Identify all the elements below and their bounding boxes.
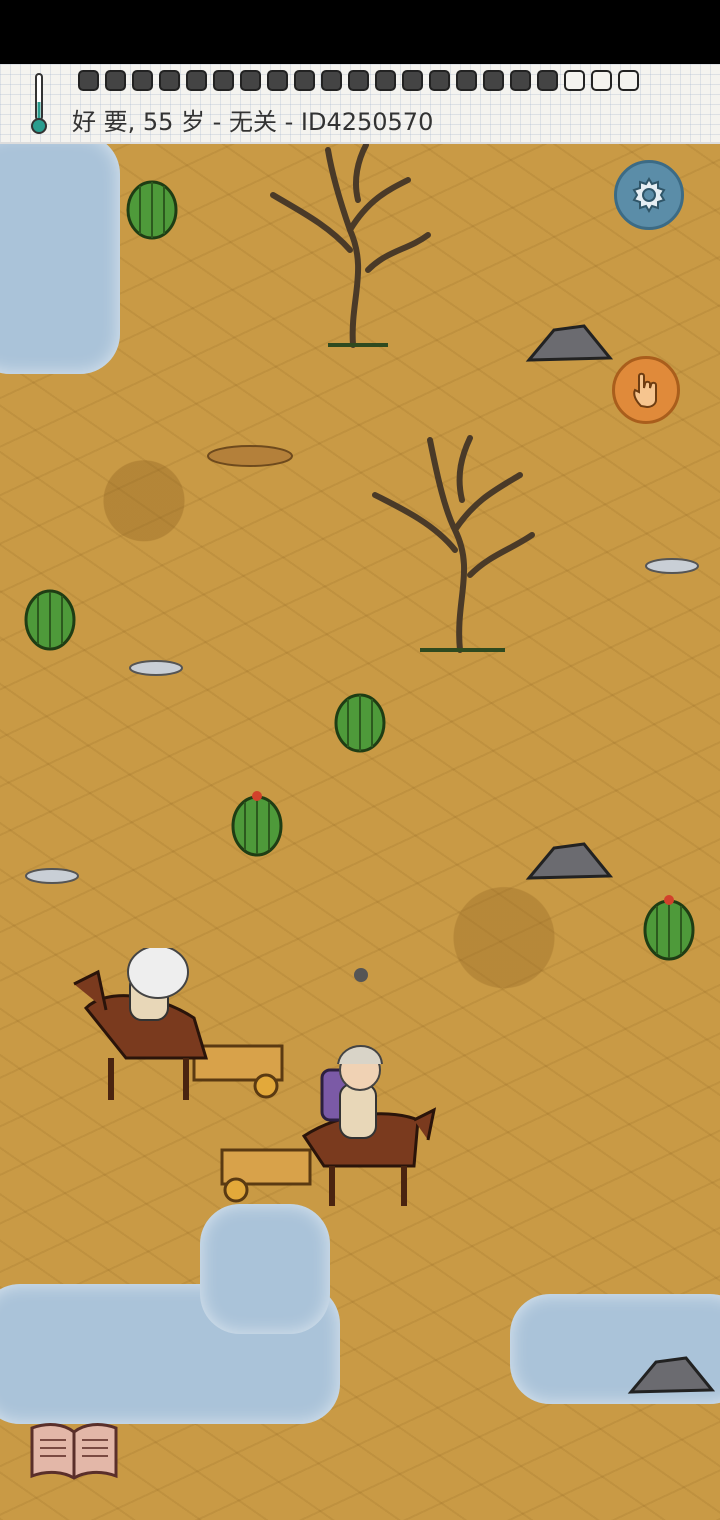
food-pip-empty xyxy=(618,70,639,91)
big-rock[interactable] xyxy=(524,322,614,364)
gear-icon xyxy=(632,177,666,213)
flat-stone[interactable] xyxy=(128,658,184,678)
food-pip-full xyxy=(132,70,153,91)
food-pip-full xyxy=(375,70,396,91)
dirt-mound[interactable] xyxy=(204,438,296,468)
food-pip-full xyxy=(429,70,450,91)
interact-hand-button[interactable] xyxy=(612,356,680,424)
food-pip-full xyxy=(537,70,558,91)
food-pip-full xyxy=(240,70,261,91)
food-pip-full xyxy=(213,70,234,91)
player-horse-cart[interactable] xyxy=(214,1040,440,1210)
player-info-line: 好 要, 55 岁 - 无关 - ID4250570 xyxy=(72,108,434,136)
dead-tree[interactable] xyxy=(360,430,540,655)
food-pip-full xyxy=(510,70,531,91)
round-stone[interactable] xyxy=(352,966,370,984)
food-meter xyxy=(78,70,639,91)
dead-tree[interactable] xyxy=(258,140,438,350)
system-status-bar xyxy=(0,0,720,64)
food-pip-full xyxy=(348,70,369,91)
food-pip-empty xyxy=(564,70,585,91)
food-pip-empty xyxy=(591,70,612,91)
food-pip-full xyxy=(267,70,288,91)
big-rock[interactable] xyxy=(626,1354,716,1396)
food-pip-full xyxy=(483,70,504,91)
barrel-cactus-flowering[interactable] xyxy=(638,892,700,962)
food-pip-full xyxy=(294,70,315,91)
food-pip-full xyxy=(456,70,477,91)
water-patch xyxy=(200,1204,330,1334)
flat-stone[interactable] xyxy=(24,866,80,886)
recipe-book-button[interactable] xyxy=(28,1420,120,1482)
game-world[interactable] xyxy=(0,64,720,1520)
food-pip-full xyxy=(159,70,180,91)
flat-stone[interactable] xyxy=(644,556,700,576)
hand-pointer-icon xyxy=(633,372,657,409)
barrel-cactus[interactable] xyxy=(20,582,80,652)
food-pip-full xyxy=(402,70,423,91)
food-pip-full xyxy=(105,70,126,91)
barrel-cactus[interactable] xyxy=(330,686,390,754)
thermometer-icon xyxy=(31,73,47,134)
settings-button[interactable] xyxy=(614,160,684,230)
barrel-cactus-flowering[interactable] xyxy=(226,788,288,858)
food-pip-full xyxy=(78,70,99,91)
food-pip-full xyxy=(186,70,207,91)
hud-header: 好 要, 55 岁 - 无关 - ID4250570 xyxy=(0,64,720,144)
open-book-icon xyxy=(30,1423,118,1480)
barrel-cactus[interactable] xyxy=(122,174,182,240)
food-pip-full xyxy=(321,70,342,91)
water-patch xyxy=(0,134,120,374)
big-rock[interactable] xyxy=(524,840,614,882)
